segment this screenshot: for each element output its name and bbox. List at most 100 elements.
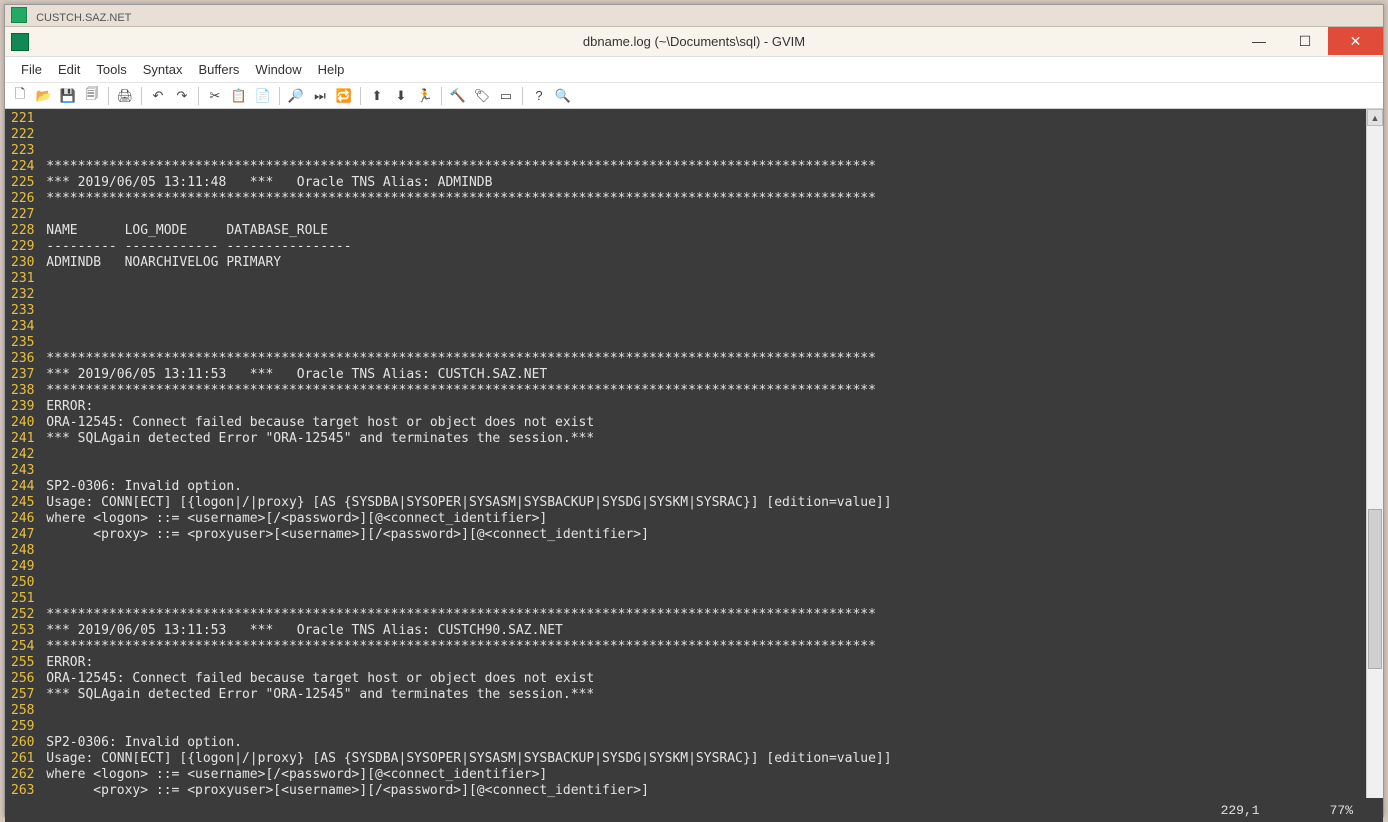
code-line[interactable]: where <logon> ::= <username>[/<password>… [38,511,1366,527]
save-icon[interactable]: 💾 [57,85,79,107]
code-line[interactable] [38,287,1366,303]
code-line[interactable] [38,543,1366,559]
paste-icon[interactable]: 📄 [252,85,274,107]
toolbar-separator [108,87,109,105]
menu-file[interactable]: File [13,59,50,80]
line-number: 241 [11,431,34,447]
code-line[interactable]: <proxy> ::= <proxyuser>[<username>][/<pa… [38,783,1366,799]
minimize-button[interactable]: — [1236,27,1282,55]
code-line[interactable]: ****************************************… [38,639,1366,655]
find-icon[interactable]: 🔎 [285,85,307,107]
maximize-button[interactable]: ☐ [1282,27,1328,55]
line-number: 221 [11,111,34,127]
code-line[interactable]: ORA-12545: Connect failed because target… [38,671,1366,687]
cut-icon[interactable]: ✂ [204,85,226,107]
app-icon [11,33,29,51]
tag-icon[interactable]: 🏷 [471,85,493,107]
saveall-icon[interactable]: 🗐 [81,85,103,107]
code-line[interactable] [38,319,1366,335]
code-line[interactable]: ORA-12545: Connect failed because target… [38,415,1366,431]
findhelp-icon[interactable]: 🔍 [552,85,574,107]
make-icon[interactable]: 🔨 [447,85,469,107]
line-number: 244 [11,479,34,495]
code-line[interactable]: ****************************************… [38,383,1366,399]
line-number: 263 [11,783,34,799]
code-line[interactable]: ****************************************… [38,607,1366,623]
line-number: 232 [11,287,34,303]
code-line[interactable]: *** 2019/06/05 13:11:53 *** Oracle TNS A… [38,367,1366,383]
code-line[interactable]: --------- ------------ ---------------- [38,239,1366,255]
code-line[interactable] [38,111,1366,127]
line-number: 240 [11,415,34,431]
vertical-scrollbar[interactable]: ▲ ▼ [1366,109,1383,822]
open-icon[interactable]: 📂 [33,85,55,107]
line-number: 249 [11,559,34,575]
menu-bar: FileEditToolsSyntaxBuffersWindowHelp [5,57,1383,83]
line-number: 255 [11,655,34,671]
redo-icon[interactable]: ↷ [171,85,193,107]
code-line[interactable]: *** SQLAgain detected Error "ORA-12545" … [38,431,1366,447]
code-line[interactable]: ADMINDB NOARCHIVELOG PRIMARY [38,255,1366,271]
code-line[interactable] [38,335,1366,351]
new-icon[interactable]: 🗋 [9,85,31,107]
toolbar-separator [141,87,142,105]
line-number: 262 [11,767,34,783]
findnext-icon[interactable]: ⏭ [309,85,331,107]
code-line[interactable]: *** 2019/06/05 13:11:48 *** Oracle TNS A… [38,175,1366,191]
undo-icon[interactable]: ↶ [147,85,169,107]
code-line[interactable]: ERROR: [38,399,1366,415]
scroll-up-icon[interactable]: ▲ [1367,109,1383,126]
cursor-position: 229,1 [1221,803,1260,818]
line-number: 252 [11,607,34,623]
code-line[interactable] [38,719,1366,735]
code-line[interactable] [38,559,1366,575]
code-line[interactable]: *** 2019/06/05 13:11:53 *** Oracle TNS A… [38,623,1366,639]
menu-tools[interactable]: Tools [88,59,134,80]
code-line[interactable]: where <logon> ::= <username>[/<password>… [38,767,1366,783]
code-line[interactable]: *** SQLAgain detected Error "ORA-12545" … [38,687,1366,703]
scroll-thumb[interactable] [1368,509,1382,669]
code-line[interactable]: ****************************************… [38,351,1366,367]
code-line[interactable] [38,127,1366,143]
menu-help[interactable]: Help [310,59,353,80]
replace-icon[interactable]: 🔁 [333,85,355,107]
save-session-icon[interactable]: ⬇ [390,85,412,107]
code-line[interactable]: ****************************************… [38,191,1366,207]
code-line[interactable]: ****************************************… [38,159,1366,175]
code-line[interactable] [38,303,1366,319]
editor-area[interactable]: 2212222232242252262272282292302312322332… [5,109,1383,822]
code-line[interactable]: SP2-0306: Invalid option. [38,735,1366,751]
print-icon[interactable]: 🖨 [114,85,136,107]
code-line[interactable]: Usage: CONN[ECT] [{logon|/|proxy} [AS {S… [38,751,1366,767]
line-number: 248 [11,543,34,559]
code-line[interactable] [38,703,1366,719]
code-line[interactable] [38,591,1366,607]
code-line[interactable] [38,207,1366,223]
toolbar-separator [198,87,199,105]
code-line[interactable] [38,463,1366,479]
load-icon[interactable]: ⬆ [366,85,388,107]
help-icon[interactable]: ? [528,85,550,107]
run-icon[interactable]: 🏃 [414,85,436,107]
code-line[interactable] [38,271,1366,287]
code-line[interactable]: ERROR: [38,655,1366,671]
copy-icon[interactable]: 📋 [228,85,250,107]
menu-syntax[interactable]: Syntax [135,59,191,80]
code-line[interactable]: NAME LOG_MODE DATABASE_ROLE [38,223,1366,239]
code-line[interactable]: Usage: CONN[ECT] [{logon|/|proxy} [AS {S… [38,495,1366,511]
line-number: 258 [11,703,34,719]
text-content[interactable]: ****************************************… [38,109,1366,822]
code-line[interactable] [38,447,1366,463]
menu-window[interactable]: Window [247,59,309,80]
shell-icon[interactable]: ▭ [495,85,517,107]
menu-edit[interactable]: Edit [50,59,88,80]
code-line[interactable]: SP2-0306: Invalid option. [38,479,1366,495]
code-line[interactable] [38,575,1366,591]
code-line[interactable]: <proxy> ::= <proxyuser>[<username>][/<pa… [38,527,1366,543]
toolbar-separator [522,87,523,105]
menu-buffers[interactable]: Buffers [190,59,247,80]
tab-title[interactable]: CUSTCH.SAZ.NET [36,12,131,24]
line-number: 227 [11,207,34,223]
close-button[interactable]: ✕ [1328,27,1383,55]
code-line[interactable] [38,143,1366,159]
